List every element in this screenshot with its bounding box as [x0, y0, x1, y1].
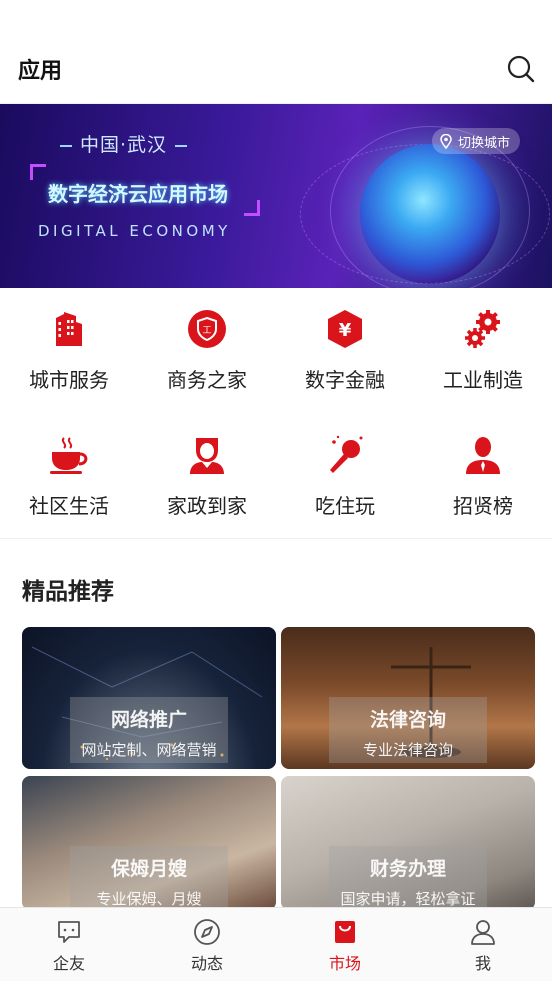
- card-subtitle: 专业法律咨询: [362, 741, 453, 759]
- tab-label: 动态: [190, 954, 223, 973]
- card-title: 财务办理: [369, 858, 446, 880]
- banner-location: 中国·武汉: [52, 130, 195, 157]
- user-icon: [471, 920, 495, 945]
- tab-label: 市场: [328, 954, 361, 973]
- promo-banner[interactable]: 中国·武汉 数字经济云应用市场 DIGITAL ECONOMY 切换城市: [0, 104, 552, 288]
- status-bar: 1:23: [0, 0, 552, 34]
- grid-item-industrial[interactable]: 工业制造: [414, 288, 552, 414]
- grid-item-recruitment[interactable]: 招贤榜: [414, 414, 552, 538]
- card-subtitle: 国家申请，轻松拿证: [340, 890, 476, 908]
- card-title: 网络推广: [110, 709, 187, 731]
- gears-icon: [465, 310, 500, 348]
- battery-icon: [484, 9, 495, 25]
- tab-market[interactable]: 市场: [276, 908, 414, 981]
- switch-city-button[interactable]: 切换城市: [432, 128, 521, 154]
- tab-feed[interactable]: 动态: [138, 908, 276, 981]
- wifi-icon: [456, 10, 475, 24]
- yuan-icon: ¥: [328, 310, 362, 348]
- grid-item-community-life[interactable]: 社区生活: [0, 414, 138, 538]
- tab-friends[interactable]: 企友: [0, 908, 138, 981]
- tab-label: 我: [474, 954, 491, 973]
- grid-item-business-home[interactable]: 工 商务之家: [138, 288, 276, 414]
- svg-text:¥: ¥: [339, 320, 352, 341]
- grid-item-eat-stay-play[interactable]: 吃住玩: [276, 414, 414, 538]
- person-icon: [466, 437, 500, 474]
- grid-item-label: 工业制造: [443, 368, 523, 392]
- grid-item-city-services[interactable]: 城市服务: [0, 288, 138, 414]
- card-title: 保姆月嫂: [110, 858, 187, 880]
- service-grid: 城市服务 工 商务之家 ¥ 数字金融 工业制造 社区生活 家政到家 吃住玩 招贤…: [0, 288, 552, 538]
- grid-item-label: 吃住玩: [315, 494, 375, 518]
- grid-item-label: 家政到家: [167, 494, 247, 518]
- business-shield-icon: 工: [188, 310, 226, 348]
- grid-item-label: 社区生活: [29, 494, 109, 518]
- card-subtitle: 专业保姆、月嫂: [96, 890, 202, 908]
- recommend-card-nanny[interactable]: 保姆月嫂 专业保姆、月嫂: [22, 776, 276, 910]
- recommend-card-legal-consulting[interactable]: 法律咨询 专业法律咨询: [281, 627, 535, 769]
- housekeeper-icon: [190, 438, 224, 474]
- chat-bubble-icon: [58, 921, 80, 943]
- shopping-bag-icon: [335, 921, 355, 943]
- search-icon[interactable]: [506, 54, 536, 84]
- bottom-tab-bar: 企友 动态 市场 我: [0, 907, 552, 981]
- microphone-icon: [330, 435, 363, 473]
- grid-item-label: 数字金融: [305, 368, 385, 392]
- card-subtitle: 网站定制、网络营销: [81, 741, 217, 759]
- frame-corner: [244, 200, 260, 216]
- page-title: 应用: [18, 58, 63, 84]
- grid-item-label: 城市服务: [29, 368, 109, 392]
- card-title: 法律咨询: [369, 709, 446, 731]
- status-time: 1:23: [504, 7, 540, 27]
- tab-label: 企友: [52, 954, 85, 973]
- recommend-card-finance-service[interactable]: 财务办理 国家申请，轻松拿证: [281, 776, 535, 910]
- svg-text:工: 工: [202, 326, 211, 336]
- building-icon: [56, 312, 82, 346]
- banner-subline: DIGITAL ECONOMY: [38, 222, 231, 240]
- section-title: 精品推荐: [22, 579, 114, 605]
- section-divider: [0, 538, 552, 539]
- location-pin-icon: [440, 133, 452, 149]
- coffee-cup-icon: [50, 437, 88, 474]
- recommend-card-network-promotion[interactable]: 网络推广 网站定制、网络营销: [22, 627, 276, 769]
- banner-headline: 数字经济云应用市场: [48, 182, 228, 206]
- app-header: 应用: [0, 34, 552, 104]
- grid-item-label: 招贤榜: [453, 494, 513, 518]
- globe-graphic: [360, 144, 500, 284]
- grid-item-label: 商务之家: [167, 368, 247, 392]
- grid-item-housekeeping[interactable]: 家政到家: [138, 414, 276, 538]
- compass-icon: [194, 919, 220, 945]
- grid-item-digital-finance[interactable]: ¥ 数字金融: [276, 288, 414, 414]
- switch-city-label: 切换城市: [458, 135, 511, 151]
- tab-me[interactable]: 我: [414, 908, 552, 981]
